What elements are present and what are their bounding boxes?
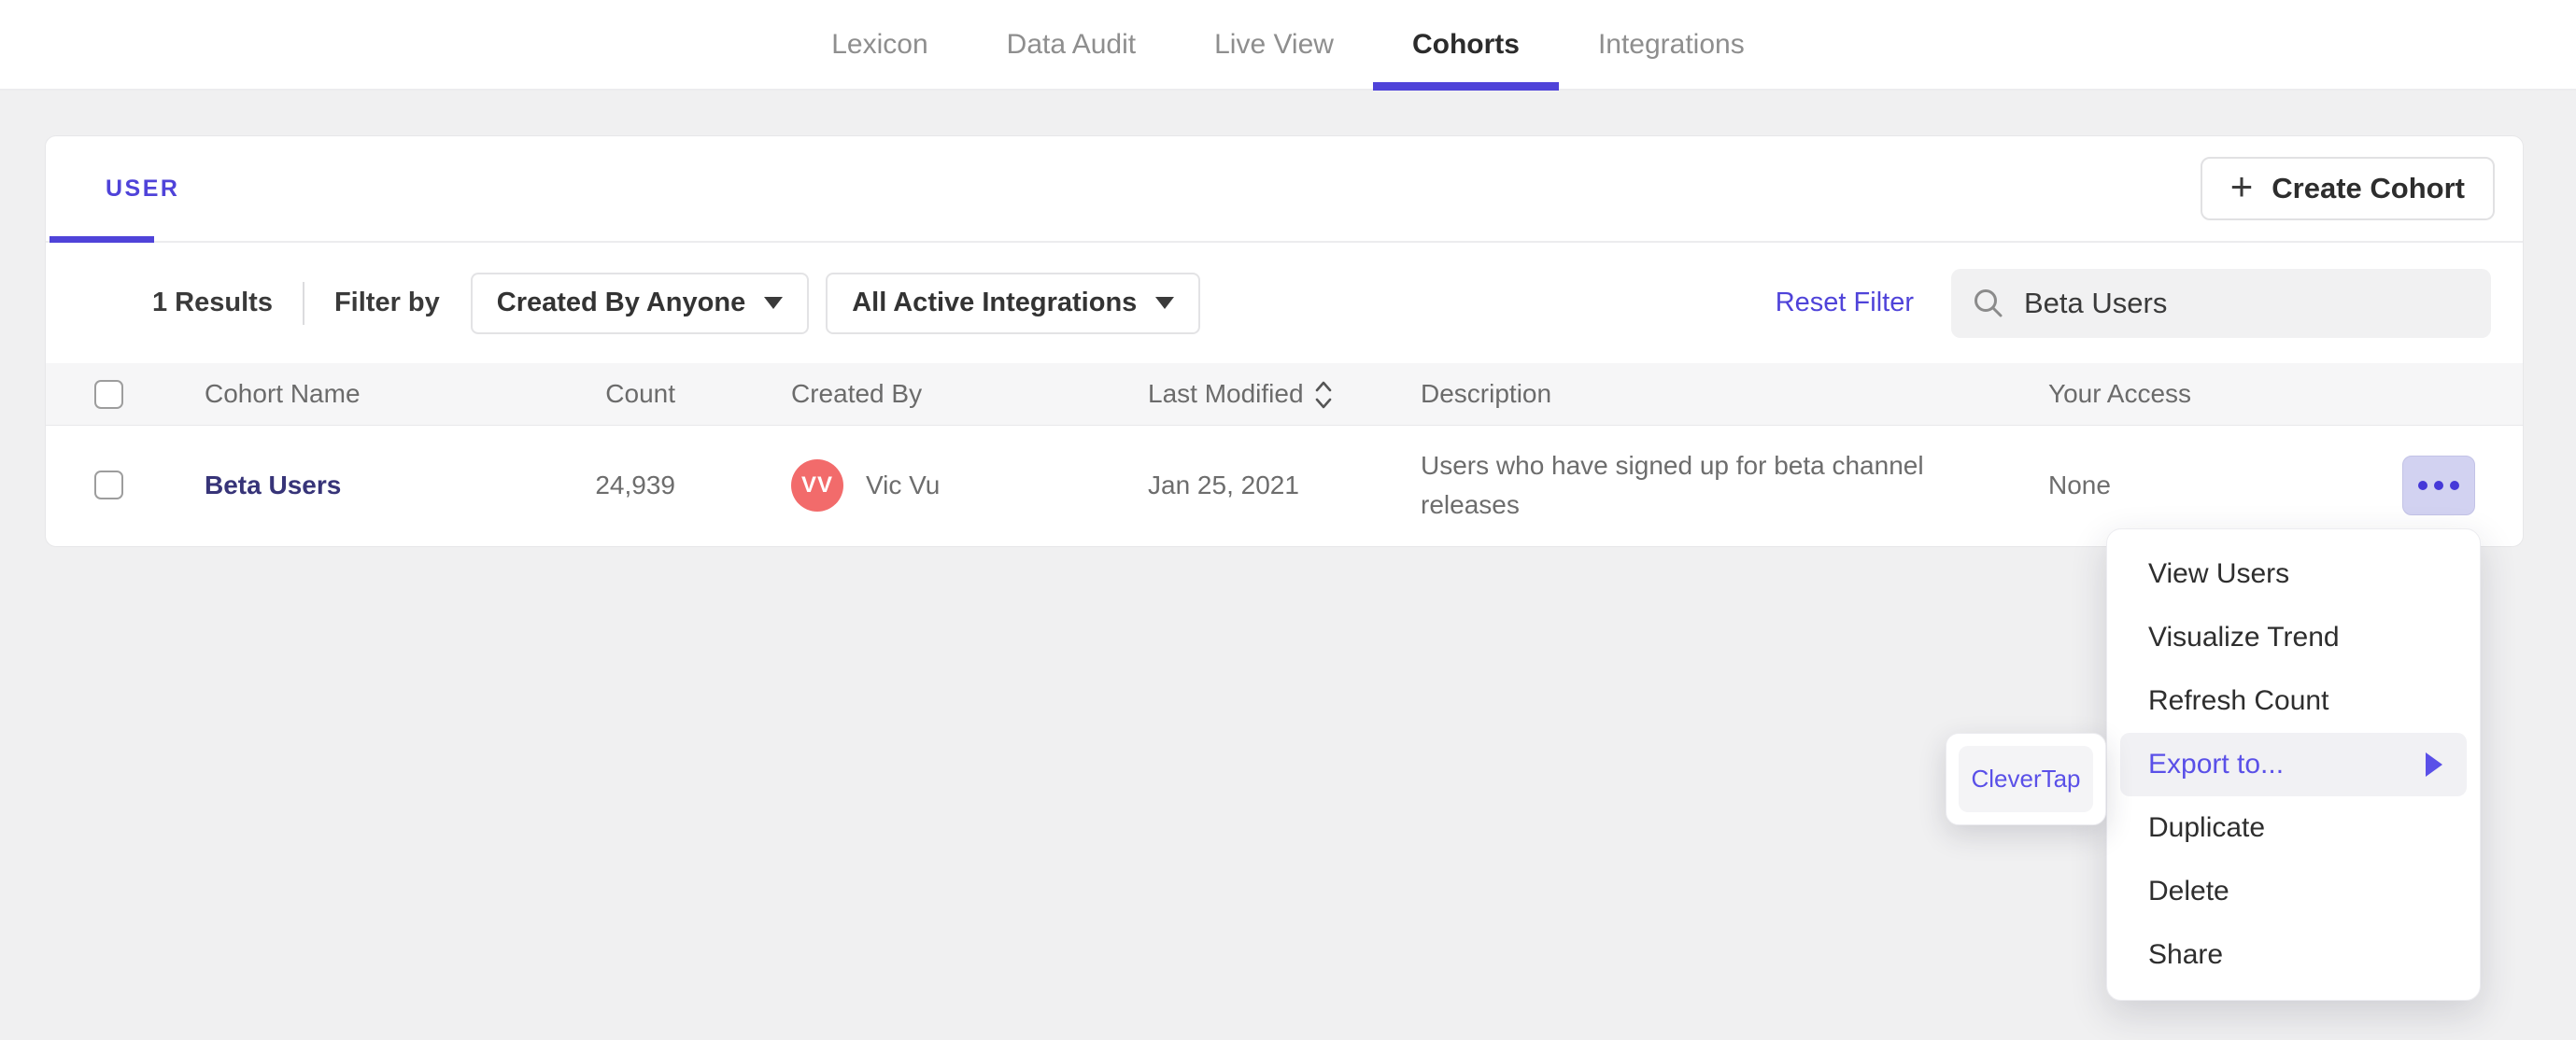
- create-cohort-label: Create Cohort: [2272, 172, 2465, 204]
- row-checkbox[interactable]: [94, 471, 123, 499]
- nav-tab-integrations[interactable]: Integrations: [1559, 0, 1784, 89]
- nav-tab-cohorts[interactable]: Cohorts: [1372, 0, 1559, 91]
- column-count: Count: [605, 379, 675, 408]
- nav-tab-live-view[interactable]: Live View: [1175, 0, 1373, 89]
- results-count: 1 Results: [152, 288, 273, 317]
- table-header: Cohort Name Count Created By Last Modifi…: [46, 363, 2523, 426]
- row-actions-button[interactable]: [2402, 455, 2475, 515]
- table-row: Beta Users 24,939 VV Vic Vu Jan 25, 2021…: [46, 426, 2523, 544]
- sort-icon[interactable]: [1313, 379, 1334, 411]
- last-modified-date: Jan 25, 2021: [1148, 470, 1299, 499]
- create-cohort-button[interactable]: + Create Cohort: [2200, 157, 2495, 220]
- menu-item-export-to[interactable]: Export to...: [2120, 733, 2467, 796]
- tab-user[interactable]: USER: [72, 136, 213, 241]
- submenu-item-clevertap[interactable]: CleverTap: [1959, 746, 2093, 812]
- caret-down-icon: [764, 297, 784, 309]
- access-value: None: [2048, 470, 2111, 499]
- search-icon: [1974, 288, 2003, 316]
- reset-filter-link[interactable]: Reset Filter: [1776, 288, 1914, 318]
- creator-name: Vic Vu: [866, 470, 941, 499]
- export-submenu: CleverTap: [1946, 733, 2106, 825]
- created-by-dropdown-value: Created By Anyone: [496, 288, 746, 317]
- column-cohort-name: Cohort Name: [205, 379, 361, 408]
- column-description: Description: [1421, 379, 1552, 408]
- avatar: VV: [791, 458, 843, 512]
- select-all-checkbox[interactable]: [94, 379, 123, 409]
- cohorts-card: USER + Create Cohort 1 Results Filter by…: [45, 135, 2524, 547]
- tab-user-label: USER: [106, 175, 180, 202]
- cohort-description: Users who have signed up for beta channe…: [1421, 450, 1924, 519]
- column-created-by: Created By: [791, 379, 923, 408]
- menu-item-delete[interactable]: Delete: [2107, 860, 2480, 923]
- divider: [302, 281, 304, 325]
- active-tab-underline: [50, 236, 154, 243]
- ellipsis-icon: [2418, 480, 2427, 490]
- top-nav: Lexicon Data Audit Live View Cohorts Int…: [0, 0, 2576, 91]
- integrations-dropdown[interactable]: All Active Integrations: [826, 272, 1201, 334]
- nav-tab-data-audit[interactable]: Data Audit: [968, 0, 1175, 89]
- menu-item-export-to-label: Export to...: [2148, 749, 2285, 780]
- column-your-access: Your Access: [2048, 379, 2192, 408]
- plus-icon: +: [2229, 164, 2254, 208]
- search-input[interactable]: [2024, 286, 2435, 320]
- row-context-menu: View Users Visualize Trend Refresh Count…: [2106, 528, 2481, 1001]
- column-last-modified: Last Modified: [1148, 379, 1304, 408]
- submenu-arrow-icon: [2426, 752, 2442, 777]
- filter-by-label: Filter by: [333, 288, 440, 317]
- cohort-count: 24,939: [595, 470, 675, 499]
- menu-item-duplicate[interactable]: Duplicate: [2107, 796, 2480, 860]
- cohort-name-link[interactable]: Beta Users: [205, 471, 341, 499]
- menu-item-share[interactable]: Share: [2107, 923, 2480, 987]
- integrations-dropdown-value: All Active Integrations: [852, 288, 1138, 317]
- nav-tab-lexicon[interactable]: Lexicon: [792, 0, 967, 89]
- ellipsis-icon: [2450, 480, 2459, 490]
- menu-item-refresh-count[interactable]: Refresh Count: [2107, 669, 2480, 733]
- menu-item-visualize-trend[interactable]: Visualize Trend: [2107, 606, 2480, 669]
- created-by-dropdown[interactable]: Created By Anyone: [470, 272, 810, 334]
- cohort-type-strip: USER + Create Cohort: [46, 136, 2523, 243]
- menu-item-view-users[interactable]: View Users: [2107, 542, 2480, 606]
- search-box[interactable]: [1951, 268, 2491, 338]
- filter-bar: 1 Results Filter by Created By Anyone Al…: [46, 243, 2523, 363]
- ellipsis-icon: [2434, 480, 2443, 490]
- caret-down-icon: [1155, 297, 1175, 309]
